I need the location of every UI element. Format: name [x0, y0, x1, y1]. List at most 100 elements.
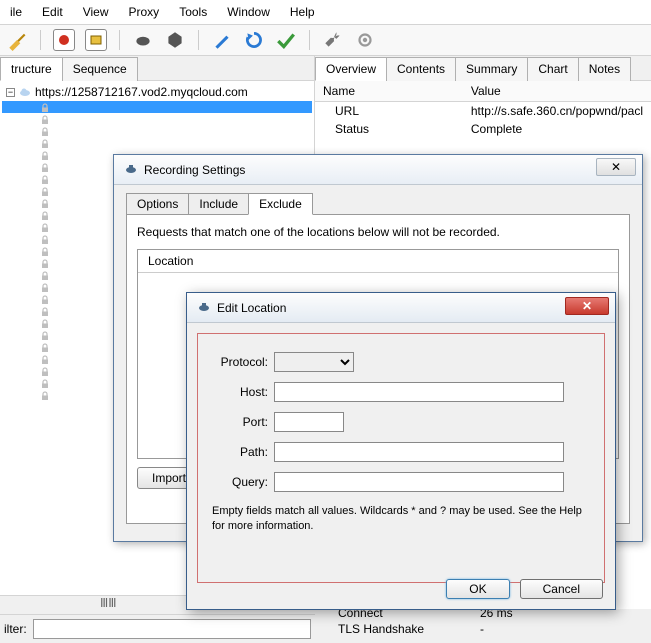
row-status-name: Status [315, 120, 463, 138]
tab-contents[interactable]: Contents [386, 57, 456, 81]
menu-tools[interactable]: Tools [169, 2, 217, 22]
query-input[interactable] [274, 472, 564, 492]
cloud-icon [19, 86, 31, 98]
path-label: Path: [212, 445, 274, 459]
exclude-description: Requests that match one of the locations… [137, 225, 619, 239]
table-row[interactable]: Status Complete [315, 120, 651, 138]
record-icon[interactable] [53, 29, 75, 51]
filter-input[interactable] [33, 619, 311, 639]
lock-icon [40, 198, 50, 208]
edit-location-dialog: Edit Location ✕ Protocol: Host: Port: Pa… [186, 292, 616, 610]
tab-overview[interactable]: Overview [315, 57, 387, 81]
tab-chart[interactable]: Chart [527, 57, 578, 81]
filter-label: ilter: [4, 622, 27, 636]
turtle-icon[interactable] [132, 29, 154, 51]
tab-include[interactable]: Include [188, 193, 249, 215]
port-input[interactable] [274, 412, 344, 432]
tree-root-label: https://1258712167.vod2.myqcloud.com [35, 85, 248, 99]
check-icon[interactable] [275, 29, 297, 51]
dialog-title: Recording Settings [144, 163, 245, 177]
overview-table: Name Value URL http://s.safe.360.cn/popw… [315, 81, 651, 138]
tree-item[interactable] [2, 137, 312, 149]
close-icon: ✕ [582, 299, 592, 313]
row-url-value: http://s.safe.360.cn/popwnd/pacl [463, 102, 651, 121]
lock-icon [40, 246, 50, 256]
col-name[interactable]: Name [315, 81, 463, 102]
lock-icon [40, 150, 50, 160]
close-button[interactable]: ✕ [565, 297, 609, 315]
refresh-icon[interactable] [243, 29, 265, 51]
menu-file[interactable]: ile [0, 2, 32, 22]
tab-sequence[interactable]: Sequence [62, 57, 138, 81]
lock-icon [40, 330, 50, 340]
location-form: Protocol: Host: Port: Path: Query: Empty… [197, 333, 605, 583]
tab-structure[interactable]: tructure [0, 57, 63, 81]
location-column[interactable]: Location [138, 250, 618, 273]
lock-icon [40, 318, 50, 328]
host-label: Host: [212, 385, 274, 399]
lock-icon [40, 294, 50, 304]
lock-icon [40, 258, 50, 268]
path-input[interactable] [274, 442, 564, 462]
table-row[interactable]: URL http://s.safe.360.cn/popwnd/pacl [315, 102, 651, 121]
tree-item[interactable] [2, 113, 312, 125]
lock-icon [40, 174, 50, 184]
dialog-titlebar[interactable]: Edit Location ✕ [187, 293, 615, 323]
cancel-button[interactable]: Cancel [520, 579, 603, 599]
stop-icon[interactable] [85, 29, 107, 51]
menu-help[interactable]: Help [280, 2, 325, 22]
close-button[interactable]: ✕ [596, 158, 636, 176]
teapot-icon [197, 299, 211, 316]
host-input[interactable] [274, 382, 564, 402]
menu-view[interactable]: View [73, 2, 119, 22]
protocol-select[interactable] [274, 352, 354, 372]
tab-exclude[interactable]: Exclude [248, 193, 313, 215]
row-url-name: URL [315, 102, 463, 121]
lock-icon [40, 390, 50, 400]
broom-icon[interactable] [6, 29, 28, 51]
lock-icon [40, 210, 50, 220]
tab-options[interactable]: Options [126, 193, 189, 215]
lock-icon [40, 234, 50, 244]
menu-proxy[interactable]: Proxy [119, 2, 170, 22]
lock-icon [40, 282, 50, 292]
pen-icon[interactable] [211, 29, 233, 51]
gear-icon[interactable] [354, 29, 376, 51]
lock-icon [40, 186, 50, 196]
dialog-title: Edit Location [217, 301, 286, 315]
menu-edit[interactable]: Edit [32, 2, 73, 22]
hint-text: Empty fields match all values. Wildcards… [212, 504, 590, 535]
lock-icon [40, 126, 50, 136]
lock-icon [40, 366, 50, 376]
tree-item[interactable] [2, 101, 312, 113]
timing-row: TLS Handshake- [330, 621, 513, 637]
col-value[interactable]: Value [463, 81, 651, 102]
port-label: Port: [212, 415, 274, 429]
hexagon-icon[interactable] [164, 29, 186, 51]
query-label: Query: [212, 475, 274, 489]
menu-window[interactable]: Window [217, 2, 280, 22]
settings-tabs: Options Include Exclude [126, 193, 630, 215]
right-tabs: Overview Contents Summary Chart Notes [315, 56, 651, 81]
lock-icon [40, 102, 50, 112]
left-tabs: tructure Sequence [0, 56, 314, 81]
teapot-icon [124, 161, 138, 178]
lock-icon [40, 138, 50, 148]
close-icon: ✕ [611, 160, 621, 174]
row-status-value: Complete [463, 120, 651, 138]
tree-item[interactable] [2, 125, 312, 137]
wrench-icon[interactable] [322, 29, 344, 51]
lock-icon [40, 342, 50, 352]
toolbar [0, 25, 651, 56]
lock-icon [40, 114, 50, 124]
tab-notes[interactable]: Notes [578, 57, 631, 81]
dialog-titlebar[interactable]: Recording Settings ✕ [114, 155, 642, 185]
tree-root[interactable]: − https://1258712167.vod2.myqcloud.com [2, 83, 312, 101]
lock-icon [40, 162, 50, 172]
minus-icon[interactable]: − [6, 88, 15, 97]
lock-icon [40, 378, 50, 388]
tab-summary[interactable]: Summary [455, 57, 528, 81]
lock-icon [40, 354, 50, 364]
ok-button[interactable]: OK [446, 579, 509, 599]
protocol-label: Protocol: [212, 355, 274, 369]
